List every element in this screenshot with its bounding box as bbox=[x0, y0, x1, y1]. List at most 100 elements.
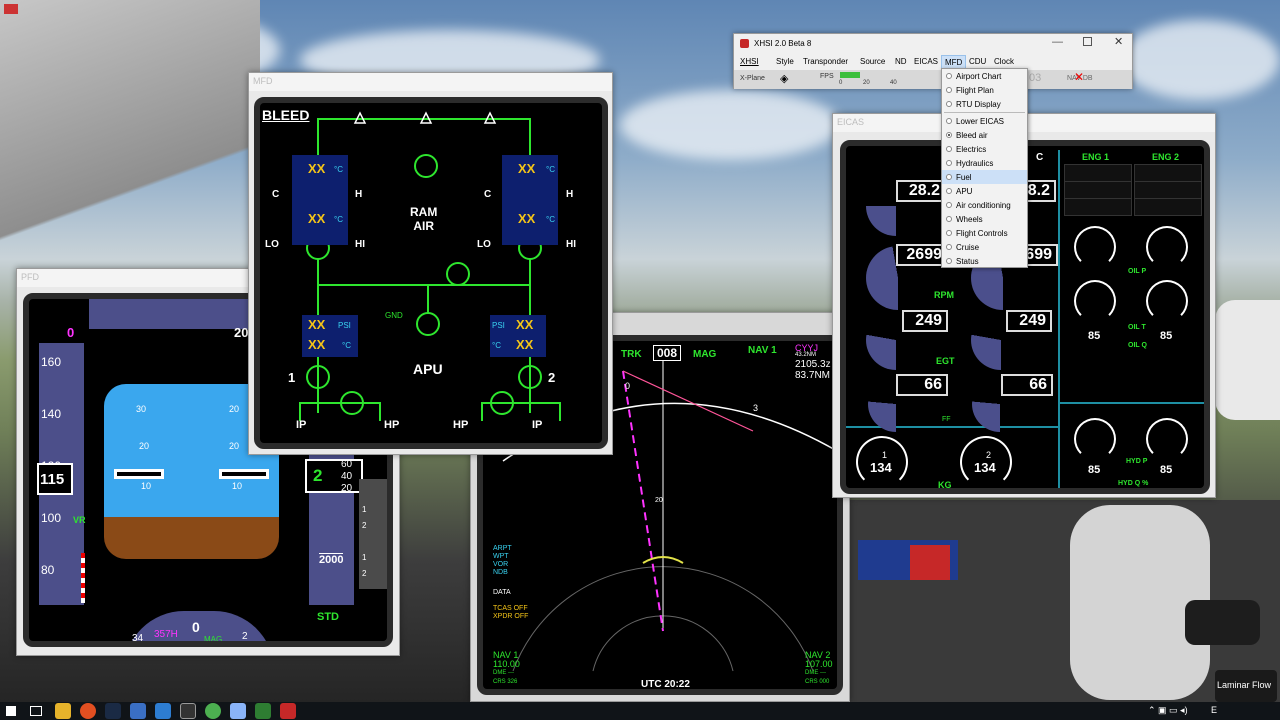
nd-nav2-crs: CRS 000 bbox=[805, 679, 830, 685]
radio-icon bbox=[946, 216, 952, 222]
nd-filter-arpt[interactable]: ARPT bbox=[493, 545, 512, 553]
nd-xpdr: XPDR OFF bbox=[493, 613, 529, 620]
lang-indicator[interactable]: E bbox=[1211, 705, 1217, 715]
fuel-value-left: 134 bbox=[870, 460, 892, 475]
alt-tick: 2000 bbox=[319, 553, 344, 566]
radio-icon bbox=[946, 101, 952, 107]
dropdown-item-bleed-air[interactable]: Bleed air bbox=[942, 128, 1027, 142]
dropdown-item-rtu-display[interactable]: RTU Display bbox=[942, 97, 1027, 111]
menu-transponder[interactable]: Transponder bbox=[803, 57, 848, 66]
rpm-label: RPM bbox=[934, 290, 954, 300]
ip-left: IP bbox=[296, 419, 307, 431]
apu-label: APU bbox=[413, 361, 443, 377]
cloud bbox=[620, 90, 840, 160]
label-h: H bbox=[566, 189, 574, 200]
dropdown-item-cruise[interactable]: Cruise bbox=[942, 240, 1027, 254]
alt-digit: 60 bbox=[341, 459, 353, 470]
dropdown-item-label: Air conditioning bbox=[956, 201, 1011, 210]
bleed-temp-left: XX bbox=[308, 161, 326, 176]
dropdown-item-label: Wheels bbox=[956, 215, 983, 224]
hyd-p-label: HYD P bbox=[1126, 458, 1148, 465]
menu-xhsi[interactable]: XHSI bbox=[740, 57, 759, 66]
minimize-button[interactable]: — bbox=[1052, 36, 1063, 48]
dropdown-item-air-conditioning[interactable]: Air conditioning bbox=[942, 198, 1027, 212]
nd-filter-wpt[interactable]: WPT bbox=[493, 553, 512, 561]
ip-right: IP bbox=[532, 419, 543, 431]
egt-value-left: 249 bbox=[902, 310, 948, 332]
nd-filter-ndb[interactable]: NDB bbox=[493, 569, 512, 577]
app-icon[interactable] bbox=[130, 703, 146, 719]
radio-icon bbox=[946, 146, 952, 152]
oil-q-left: 85 bbox=[1088, 330, 1101, 342]
dropdown-item-status[interactable]: Status bbox=[942, 254, 1027, 268]
menu-clock[interactable]: Clock bbox=[994, 57, 1014, 66]
eng1-status-grid bbox=[1064, 164, 1132, 216]
cockpit-pillar bbox=[0, 0, 260, 300]
xplane-icon[interactable] bbox=[155, 703, 171, 719]
chrome-icon[interactable] bbox=[205, 703, 221, 719]
eicas-divider bbox=[1058, 150, 1060, 488]
xhsi-task-icon[interactable] bbox=[280, 703, 296, 719]
dropdown-item-hydraulics[interactable]: Hydraulics bbox=[942, 156, 1027, 170]
nd-tcas: TCAS OFF bbox=[493, 605, 528, 612]
start-icon[interactable] bbox=[6, 706, 16, 716]
egt-value-right: 249 bbox=[1006, 310, 1052, 332]
menu-nd[interactable]: ND bbox=[895, 57, 907, 66]
hp-left: HP bbox=[384, 419, 400, 431]
unit-c: °C bbox=[334, 215, 343, 224]
menu-style[interactable]: Style bbox=[776, 57, 794, 66]
fuel-idx: 2 bbox=[986, 450, 992, 460]
vsi-tick: 1 bbox=[362, 505, 367, 514]
oil-q-right: 85 bbox=[1160, 330, 1173, 342]
app-icon[interactable] bbox=[180, 703, 196, 719]
dropdown-item-lower-eicas[interactable]: Lower EICAS bbox=[942, 114, 1027, 128]
dropdown-item-fuel[interactable]: Fuel bbox=[942, 170, 1027, 184]
dropdown-item-label: Lower EICAS bbox=[956, 117, 1005, 126]
mfd-window[interactable]: MFD BLEED XX °C XX °C XX °C XX °C C H C … bbox=[248, 72, 613, 455]
air-label: AIR bbox=[413, 219, 434, 233]
menu-source[interactable]: Source bbox=[860, 57, 885, 66]
app-icon[interactable] bbox=[230, 703, 246, 719]
close-button[interactable]: ✕ bbox=[1114, 35, 1123, 48]
fps-bar bbox=[840, 72, 860, 78]
menu-cdu[interactable]: CDU bbox=[969, 57, 986, 66]
aircraft-symbol-left bbox=[114, 469, 164, 479]
dropdown-item-apu[interactable]: APU bbox=[942, 184, 1027, 198]
taskview-icon[interactable] bbox=[30, 706, 42, 716]
hyd-p-gauge-right bbox=[1146, 418, 1188, 460]
dropdown-item-label: Status bbox=[956, 257, 979, 266]
radio-icon bbox=[946, 73, 952, 79]
oil-t-gauge-right bbox=[1146, 280, 1188, 322]
speed-tick: 140 bbox=[41, 407, 62, 421]
psi-unit: PSI bbox=[492, 321, 505, 330]
laminar-logo: Laminar Flow bbox=[1215, 670, 1277, 702]
engine-2-label: 2 bbox=[548, 370, 556, 385]
dropdown-item-flight-plan[interactable]: Flight Plan bbox=[942, 83, 1027, 97]
nd-arpt-list: ARPT WPT VOR NDB bbox=[493, 545, 512, 577]
firefox-icon[interactable] bbox=[80, 703, 96, 719]
n1-value-left: 28.2 bbox=[896, 180, 946, 202]
xhsi-window[interactable]: XHSI 2.0 Beta 8 — ✕ XHSI Style Transpond… bbox=[733, 33, 1133, 89]
nd-nav2-dme: DME --- bbox=[805, 670, 826, 676]
bleed-temp-right: XX bbox=[518, 161, 536, 176]
dropdown-item-electrics[interactable]: Electrics bbox=[942, 142, 1027, 156]
hyd-q-left: 85 bbox=[1088, 464, 1101, 476]
dropdown-item-wheels[interactable]: Wheels bbox=[942, 212, 1027, 226]
oil-t-gauge-left bbox=[1074, 280, 1116, 322]
dropdown-item-flight-controls[interactable]: Flight Controls bbox=[942, 226, 1027, 240]
status-source: X-Plane bbox=[740, 75, 765, 82]
steam-icon[interactable] bbox=[105, 703, 121, 719]
nd-filter-vor[interactable]: VOR bbox=[493, 561, 512, 569]
radio-icon bbox=[946, 87, 952, 93]
menu-eicas[interactable]: EICAS bbox=[914, 57, 938, 66]
maximize-button[interactable] bbox=[1083, 37, 1092, 46]
app-icon[interactable] bbox=[255, 703, 271, 719]
hyd-q-right: 85 bbox=[1160, 464, 1173, 476]
dropdown-item-label: Flight Controls bbox=[956, 229, 1008, 238]
radio-icon bbox=[946, 160, 952, 166]
dropdown-item-label: APU bbox=[956, 187, 973, 196]
explorer-icon[interactable] bbox=[55, 703, 71, 719]
ram-air-label: RAM AIR bbox=[410, 205, 437, 233]
dropdown-item-airport-chart[interactable]: Airport Chart bbox=[942, 69, 1027, 83]
tray-icons[interactable]: ⌃ ▣ ▭ ◂) bbox=[1148, 705, 1188, 716]
